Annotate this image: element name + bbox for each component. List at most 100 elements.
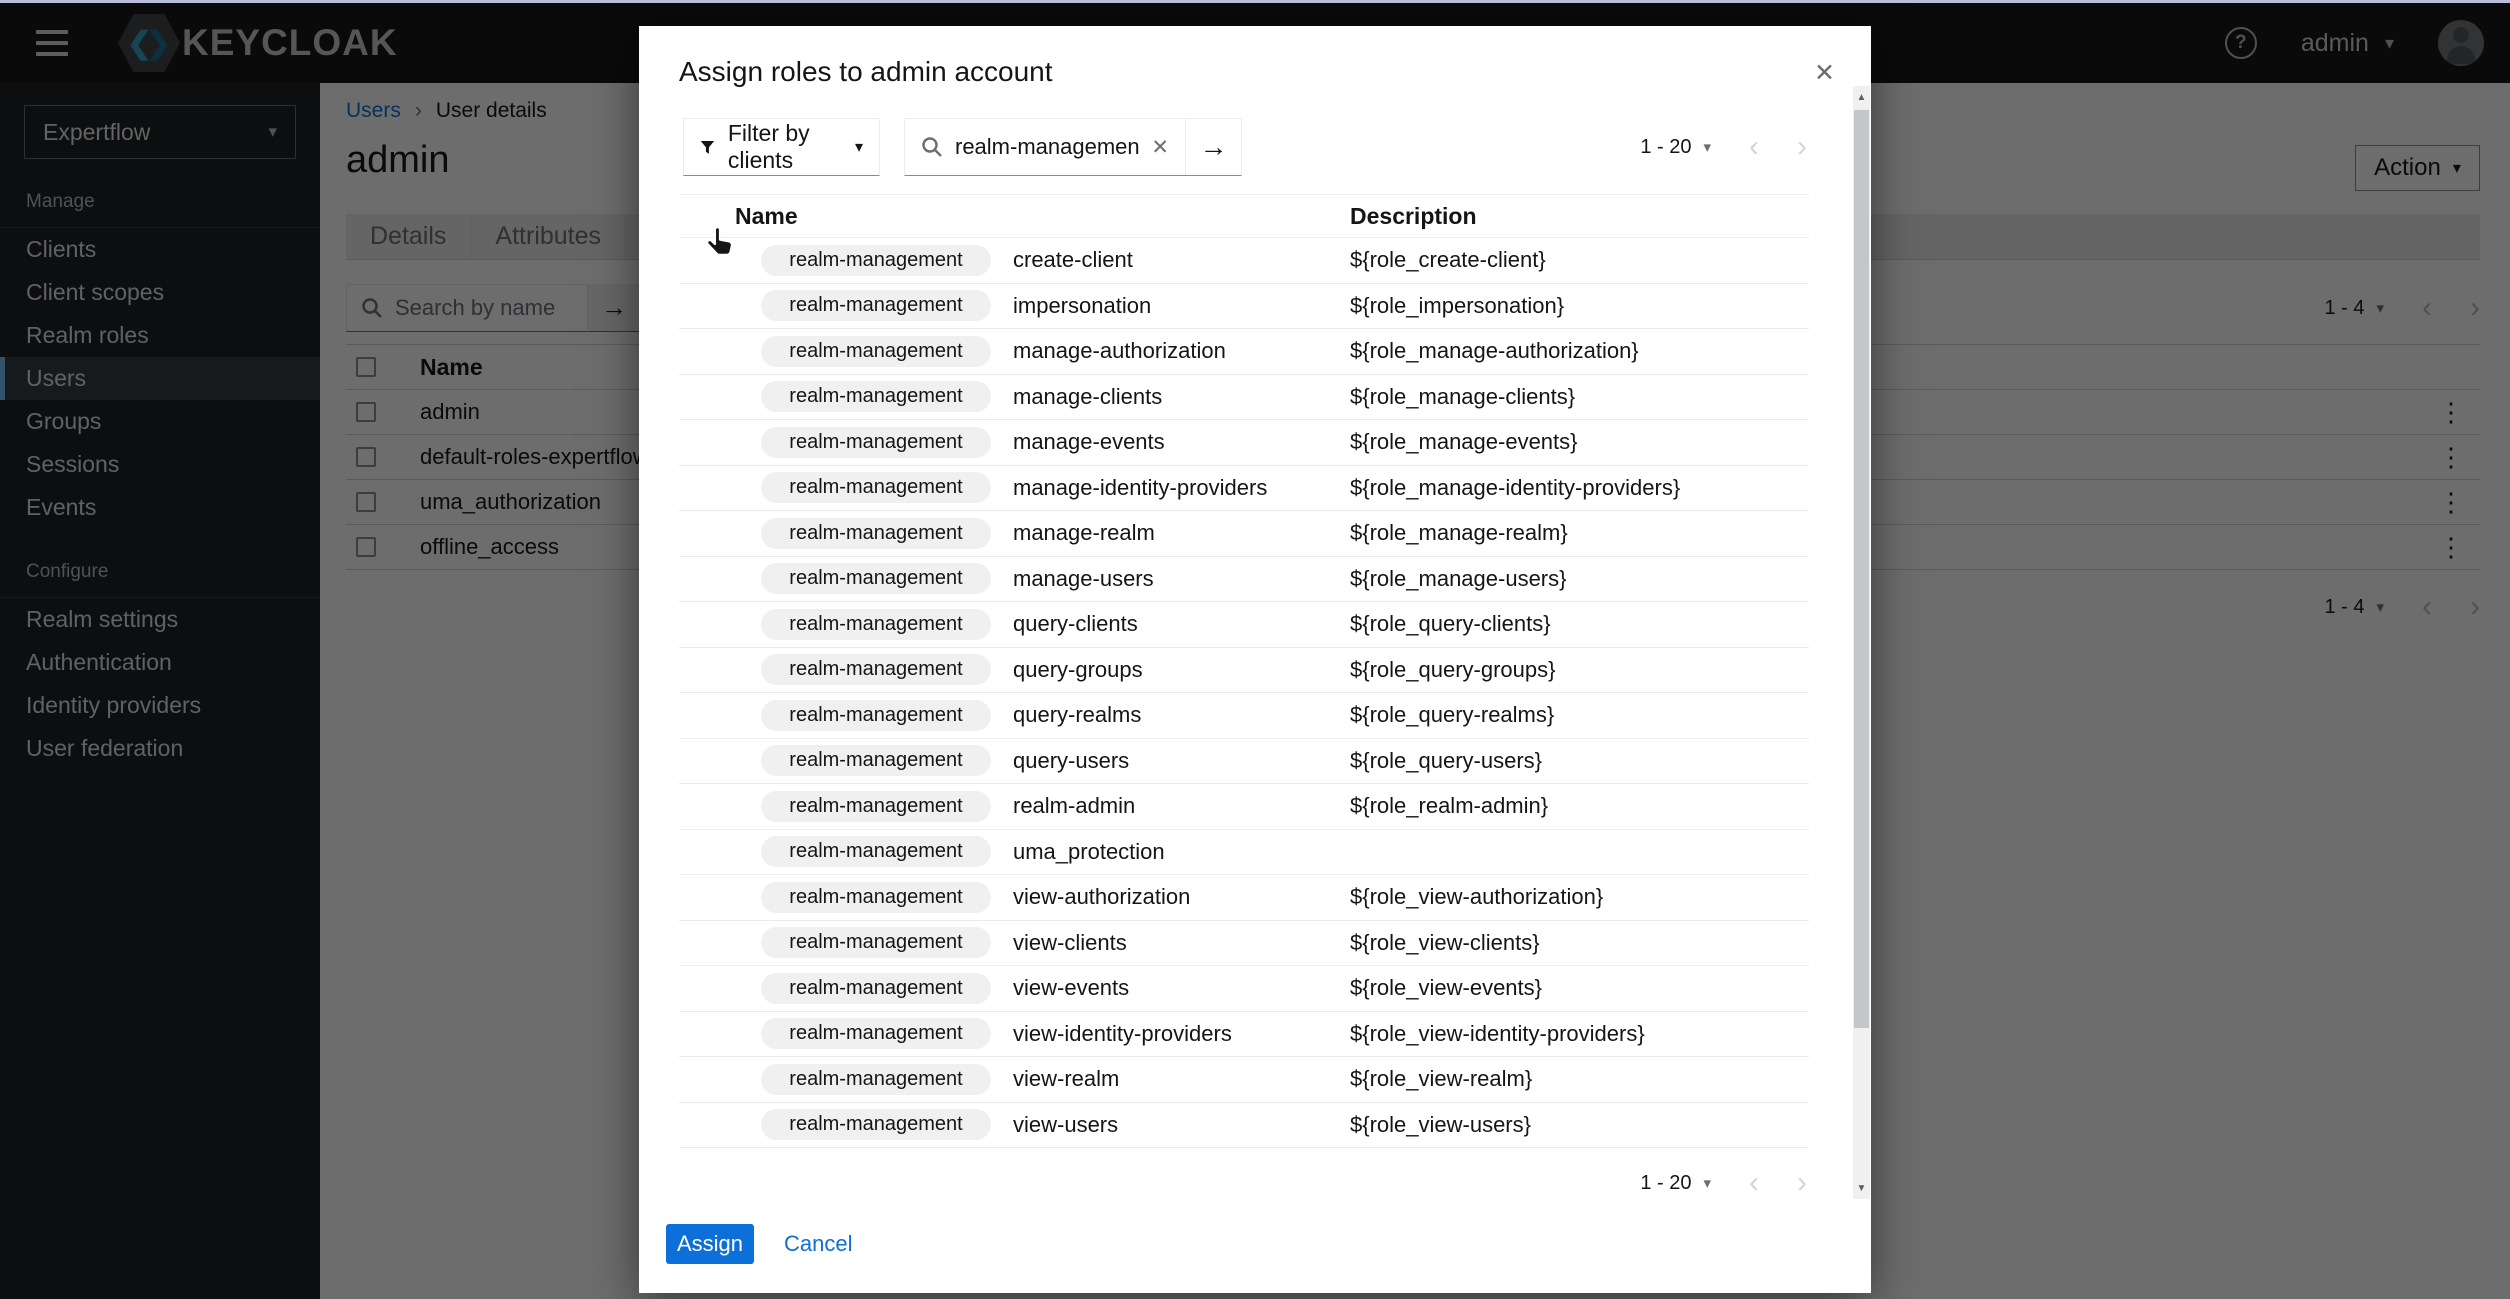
caret-down-icon: ▾ xyxy=(855,137,863,157)
client-badge: realm-management xyxy=(761,1018,991,1049)
client-badge: realm-management xyxy=(761,563,991,594)
role-name-cell: realm-management view-users xyxy=(735,1109,1350,1140)
role-name-cell: realm-management manage-events xyxy=(735,427,1350,458)
role-name: view-events xyxy=(1013,975,1129,1001)
client-badge: realm-management xyxy=(761,245,991,276)
assign-roles-modal: Assign roles to admin account ✕ Filter b… xyxy=(639,26,1871,1293)
assign-button[interactable]: Assign xyxy=(666,1224,754,1264)
client-badge: realm-management xyxy=(761,973,991,1004)
role-row: realm-management query-realms ${role_que… xyxy=(679,693,1809,739)
role-name: manage-realm xyxy=(1013,520,1155,546)
pagination-range-dropdown[interactable]: 1 - 20 ▾ xyxy=(1640,136,1711,159)
client-badge: realm-management xyxy=(761,518,991,549)
role-description: ${role_impersonation} xyxy=(1350,293,1809,319)
close-icon[interactable]: ✕ xyxy=(1814,58,1835,88)
role-name: realm-admin xyxy=(1013,793,1135,819)
modal-footer: Assign Cancel xyxy=(666,1224,853,1264)
pagination-range-dropdown[interactable]: 1 - 20 ▾ xyxy=(1640,1172,1711,1195)
role-name-cell: realm-management view-events xyxy=(735,973,1350,1004)
role-description: ${role_create-client} xyxy=(1350,247,1809,273)
role-description: ${role_query-clients} xyxy=(1350,611,1809,637)
client-badge: realm-management xyxy=(761,381,991,412)
role-name-cell: realm-management create-client xyxy=(735,245,1350,276)
role-name: query-groups xyxy=(1013,657,1143,683)
client-badge: realm-management xyxy=(761,882,991,913)
role-name: view-realm xyxy=(1013,1066,1119,1092)
role-description: ${role_query-groups} xyxy=(1350,657,1809,683)
role-row: realm-management manage-authorization ${… xyxy=(679,329,1809,375)
chevron-right-icon[interactable]: › xyxy=(1797,132,1807,162)
role-row: realm-management manage-events ${role_ma… xyxy=(679,420,1809,466)
role-name: impersonation xyxy=(1013,293,1151,319)
clear-icon[interactable]: ✕ xyxy=(1151,135,1169,160)
caret-down-icon: ▾ xyxy=(1703,138,1711,156)
client-badge: realm-management xyxy=(761,654,991,685)
role-description: ${role_view-identity-providers} xyxy=(1350,1021,1809,1047)
roles-pagination-top: 1 - 20 ▾ ‹ › xyxy=(1640,118,1807,176)
role-name: query-users xyxy=(1013,748,1129,774)
filter-by-clients-dropdown[interactable]: Filter by clients ▾ xyxy=(683,118,880,176)
role-name-cell: realm-management manage-authorization xyxy=(735,336,1350,367)
role-name: manage-authorization xyxy=(1013,338,1226,364)
chevron-left-icon[interactable]: ‹ xyxy=(1749,132,1759,162)
role-name-cell: realm-management query-realms xyxy=(735,700,1350,731)
client-badge: realm-management xyxy=(761,427,991,458)
arrow-right-icon: → xyxy=(1200,131,1228,163)
client-badge: realm-management xyxy=(761,336,991,367)
role-description: ${role_manage-users} xyxy=(1350,566,1809,592)
client-badge: realm-management xyxy=(761,700,991,731)
scroll-down-icon[interactable]: ▼ xyxy=(1853,1177,1870,1199)
keycloak-admin-screen: ❮ ❯ KEYCLOAK ? admin ▾ Expertflow ▾ Mana… xyxy=(0,0,2510,1299)
role-name: uma_protection xyxy=(1013,839,1165,865)
role-row: realm-management view-users ${role_view-… xyxy=(679,1103,1809,1149)
chevron-right-icon[interactable]: › xyxy=(1797,1168,1807,1198)
window-top-strip xyxy=(0,0,2510,3)
role-description: ${role_manage-clients} xyxy=(1350,384,1809,410)
role-name: view-identity-providers xyxy=(1013,1021,1232,1047)
modal-scrollbar[interactable]: ▲ ▼ xyxy=(1853,86,1870,1199)
role-row: realm-management realm-admin ${role_real… xyxy=(679,784,1809,830)
role-name: create-client xyxy=(1013,247,1133,273)
role-description: ${role_view-clients} xyxy=(1350,930,1809,956)
chevron-left-icon[interactable]: ‹ xyxy=(1749,1168,1759,1198)
scroll-up-icon[interactable]: ▲ xyxy=(1853,86,1870,108)
cancel-button[interactable]: Cancel xyxy=(784,1231,852,1257)
role-description: ${role_query-users} xyxy=(1350,748,1809,774)
role-description: ${role_manage-events} xyxy=(1350,429,1809,455)
role-description: ${role_view-users} xyxy=(1350,1112,1809,1138)
role-row: realm-management manage-identity-provide… xyxy=(679,466,1809,512)
role-name: manage-clients xyxy=(1013,384,1162,410)
role-row: realm-management view-events ${role_view… xyxy=(679,966,1809,1012)
role-row: realm-management view-realm ${role_view-… xyxy=(679,1057,1809,1103)
role-row: realm-management uma_protection xyxy=(679,830,1809,876)
client-badge: realm-management xyxy=(761,745,991,776)
roles-table: Name Description realm-management create… xyxy=(679,194,1809,1148)
client-badge: realm-management xyxy=(761,1109,991,1140)
client-badge: realm-management xyxy=(761,1064,991,1095)
role-name: manage-identity-providers xyxy=(1013,475,1267,501)
client-badge: realm-management xyxy=(761,927,991,958)
role-name-cell: realm-management manage-users xyxy=(735,563,1350,594)
client-badge: realm-management xyxy=(761,791,991,822)
role-name: query-clients xyxy=(1013,611,1138,637)
role-name-cell: realm-management manage-clients xyxy=(735,381,1350,412)
role-search-input[interactable] xyxy=(955,134,1139,160)
role-search-field: ✕ xyxy=(905,119,1185,175)
roles-pagination-bottom: 1 - 20 ▾ ‹ › xyxy=(1640,1161,1807,1205)
scrollbar-thumb[interactable] xyxy=(1854,110,1869,1028)
role-name-cell: realm-management impersonation xyxy=(735,290,1350,321)
role-name-cell: realm-management query-groups xyxy=(735,654,1350,685)
caret-down-icon: ▾ xyxy=(1703,1174,1711,1192)
modal-title: Assign roles to admin account xyxy=(679,56,1053,88)
roles-table-header: Name Description xyxy=(679,194,1809,238)
role-name: view-authorization xyxy=(1013,884,1190,910)
client-badge: realm-management xyxy=(761,609,991,640)
role-row: realm-management impersonation ${role_im… xyxy=(679,284,1809,330)
role-row: realm-management manage-users ${role_man… xyxy=(679,557,1809,603)
role-description: ${role_view-authorization} xyxy=(1350,884,1809,910)
role-name-cell: realm-management view-realm xyxy=(735,1064,1350,1095)
search-submit-button[interactable]: → xyxy=(1185,119,1241,175)
role-name: view-clients xyxy=(1013,930,1127,956)
filter-icon xyxy=(700,137,715,157)
client-badge: realm-management xyxy=(761,472,991,503)
